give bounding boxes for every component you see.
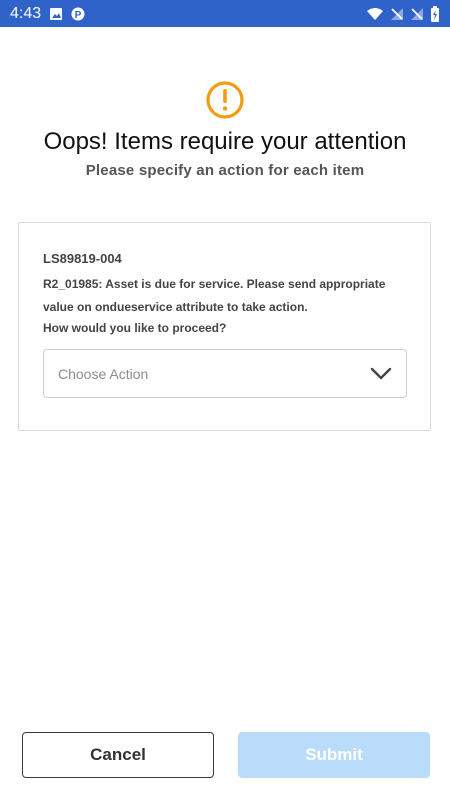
signal-icon [390,7,404,21]
choose-action-dropdown[interactable]: Choose Action [43,349,407,398]
alert-circle-icon [206,81,244,119]
cancel-button[interactable]: Cancel [22,732,214,778]
battery-icon [430,5,440,22]
choose-action-placeholder: Choose Action [58,365,149,382]
status-bar: 4:43 P [0,0,450,27]
page-subtitle: Please specify an action for each item [85,162,365,179]
footer-buttons: Cancel Submit [22,732,430,778]
item-message: R2_01985: Asset is due for service. Plea… [43,277,386,314]
submit-button[interactable]: Submit [238,732,430,778]
svg-text:P: P [75,10,82,21]
wifi-icon [366,7,384,21]
chevron-down-icon [370,367,392,379]
parking-icon: P [71,7,85,21]
image-icon [49,7,63,21]
proceed-question: How would you like to proceed? [43,321,227,335]
page-title: Oops! Items require your attention [43,128,407,155]
signal-icon [410,7,424,21]
asset-id: LS89819-004 [43,251,122,266]
attention-item-card: LS89819-004 R2_01985: Asset is due for s… [18,222,431,431]
status-time: 4:43 [10,4,42,22]
